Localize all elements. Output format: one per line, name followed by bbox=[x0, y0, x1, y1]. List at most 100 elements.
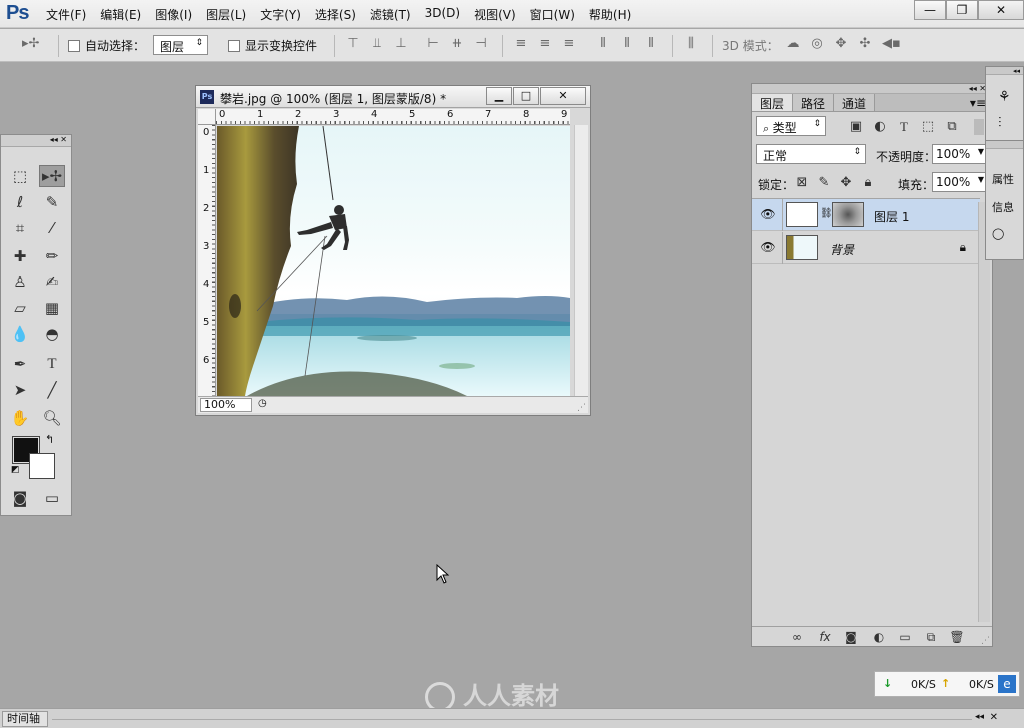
lasso-tool-icon[interactable]: ℓ bbox=[7, 191, 33, 213]
align-bottom-icon[interactable]: ⊥ bbox=[394, 37, 408, 51]
3d-slide-icon[interactable]: ✣ bbox=[858, 37, 872, 51]
dock-grip[interactable] bbox=[986, 141, 1023, 149]
filter-kind-dropdown[interactable]: ⌕ 类型 ⇕ bbox=[756, 116, 826, 136]
distribute-top-icon[interactable]: ≡ bbox=[514, 37, 528, 51]
lock-position-icon[interactable]: ✥ bbox=[838, 175, 854, 191]
brush-tool-icon[interactable]: ✏ bbox=[39, 245, 65, 267]
3d-rotate-icon[interactable]: ☁ bbox=[786, 37, 800, 51]
fx-icon[interactable]: fx bbox=[816, 629, 834, 645]
brush-settings-icon[interactable]: ⫶ bbox=[998, 115, 1002, 131]
distribute-right-icon[interactable]: ⦀ bbox=[644, 37, 658, 51]
brush-preset-icon[interactable]: ⚘ bbox=[998, 89, 1011, 105]
align-right-icon[interactable]: ⊣ bbox=[474, 37, 488, 51]
hand-tool-icon[interactable]: ✋ bbox=[7, 407, 33, 429]
blend-mode-dropdown[interactable]: 正常 ⇕ bbox=[756, 144, 866, 164]
layer-row-layer1[interactable]: 👁︎ ⛓ 图层 1 bbox=[752, 199, 980, 231]
timeline-tab[interactable]: 时间轴 bbox=[2, 711, 48, 727]
menu-edit[interactable]: 编辑(E) bbox=[100, 6, 141, 23]
filter-smart-object-icon[interactable]: ⧉ bbox=[944, 119, 960, 135]
restore-button[interactable]: ❐ bbox=[946, 0, 978, 20]
link-icon[interactable]: ∞ bbox=[788, 629, 806, 645]
visibility-eye-icon[interactable]: 👁︎ bbox=[760, 240, 776, 254]
opacity-input[interactable]: 100% ▼ bbox=[932, 144, 988, 164]
filter-toggle-icon[interactable] bbox=[974, 119, 984, 135]
blur-tool-icon[interactable]: 💧 bbox=[7, 323, 33, 345]
path-select-tool-icon[interactable]: ➤ bbox=[7, 379, 33, 401]
auto-select-checkbox[interactable] bbox=[68, 39, 80, 52]
history-brush-tool-icon[interactable]: ✍ bbox=[39, 271, 65, 293]
distribute-hcenter-icon[interactable]: ⦀ bbox=[620, 37, 634, 51]
pen-tool-icon[interactable]: ✒ bbox=[7, 353, 33, 375]
adjustment-icon[interactable]: ◐ bbox=[870, 629, 888, 645]
new-layer-icon[interactable]: ⧉ bbox=[922, 629, 940, 645]
fill-input[interactable]: 100% ▼ bbox=[932, 172, 988, 192]
crop-tool-icon[interactable]: ⌗ bbox=[7, 217, 33, 239]
filter-pixel-icon[interactable]: ▣ bbox=[848, 119, 864, 135]
menu-select[interactable]: 选择(S) bbox=[315, 6, 356, 23]
move-tool-icon[interactable]: ▸✢ bbox=[39, 165, 65, 187]
zoom-field[interactable]: 100% bbox=[200, 398, 252, 412]
quick-select-tool-icon[interactable]: ✎ bbox=[39, 191, 65, 213]
doc-close-button[interactable]: ✕ bbox=[540, 87, 586, 105]
resize-grip-icon[interactable]: ⋰ bbox=[981, 636, 990, 646]
ie-icon[interactable]: e bbox=[998, 675, 1016, 693]
image-canvas[interactable] bbox=[217, 126, 570, 396]
eyedropper-tool-icon[interactable]: ⁄ bbox=[39, 217, 65, 239]
lock-image-icon[interactable]: ✎ bbox=[816, 175, 832, 191]
folder-icon[interactable]: ▭ bbox=[896, 629, 914, 645]
doc-maximize-button[interactable]: □ bbox=[513, 87, 539, 105]
menu-file[interactable]: 文件(F) bbox=[46, 6, 86, 23]
layers-scrollbar[interactable] bbox=[978, 202, 990, 622]
panel-menu-icon[interactable]: ▾≡ bbox=[970, 96, 986, 110]
menu-window[interactable]: 窗口(W) bbox=[530, 6, 575, 23]
layer-row-background[interactable]: 👁︎ 背景 🔒︎ bbox=[752, 232, 980, 264]
zoom-tool-icon[interactable]: 🔍︎ bbox=[39, 407, 65, 429]
info-icon[interactable]: ◯ bbox=[992, 227, 1004, 240]
filter-type-icon[interactable]: T bbox=[896, 119, 912, 135]
lock-all-icon[interactable]: 🔒︎ bbox=[860, 175, 876, 191]
layers-panel-grip[interactable]: ◂◂ ✕ bbox=[752, 84, 992, 94]
minimize-button[interactable]: — bbox=[914, 0, 946, 20]
document-scrollbar[interactable] bbox=[574, 125, 588, 397]
lock-transparent-icon[interactable]: ⊠ bbox=[794, 175, 810, 191]
menu-filter[interactable]: 滤镜(T) bbox=[370, 6, 411, 23]
background-color-swatch[interactable] bbox=[29, 453, 55, 479]
dodge-tool-icon[interactable]: ◓ bbox=[39, 323, 65, 345]
dock-grip[interactable]: ◂◂ bbox=[986, 67, 1023, 75]
align-hcenter-icon[interactable]: ⧺ bbox=[450, 37, 464, 51]
menu-3d[interactable]: 3D(D) bbox=[425, 6, 460, 23]
layer-name[interactable]: 背景 bbox=[830, 241, 854, 258]
auto-select-target-dropdown[interactable]: 图层 ⇕ bbox=[153, 35, 208, 55]
ruler-origin[interactable] bbox=[198, 109, 216, 125]
menu-layer[interactable]: 图层(L) bbox=[206, 6, 246, 23]
clone-stamp-tool-icon[interactable]: ♙ bbox=[7, 271, 33, 293]
distribute-bottom-icon[interactable]: ≡ bbox=[562, 37, 576, 51]
dock-info-label[interactable]: 信息 bbox=[992, 199, 1014, 215]
tools-panel-header[interactable]: ◂◂ ✕ bbox=[1, 135, 71, 147]
line-tool-icon[interactable]: ╱ bbox=[39, 379, 65, 401]
marquee-tool-icon[interactable]: ⬚ bbox=[7, 165, 33, 187]
doc-info-icon[interactable]: ◷ bbox=[258, 398, 267, 409]
swap-colors-icon[interactable]: ↰ bbox=[45, 433, 54, 446]
menu-help[interactable]: 帮助(H) bbox=[589, 6, 631, 23]
visibility-eye-icon[interactable]: 👁︎ bbox=[760, 207, 776, 221]
tab-paths[interactable]: 路径 bbox=[793, 94, 835, 111]
mask-link-icon[interactable]: ⛓ bbox=[820, 208, 833, 219]
align-vcenter-icon[interactable]: ⫫ bbox=[370, 37, 384, 51]
ruler-horizontal[interactable]: 0 1 2 3 4 5 6 7 8 9 bbox=[216, 109, 570, 125]
dock-properties-label[interactable]: 属性 bbox=[992, 171, 1014, 187]
quick-mask-icon[interactable]: ◙ bbox=[7, 487, 33, 509]
menu-type[interactable]: 文字(Y) bbox=[260, 6, 301, 23]
layer-name[interactable]: 图层 1 bbox=[874, 208, 909, 225]
screen-mode-icon[interactable]: ▭ bbox=[39, 487, 65, 509]
menu-view[interactable]: 视图(V) bbox=[474, 6, 516, 23]
3d-roll-icon[interactable]: ◎ bbox=[810, 37, 824, 51]
tab-layers[interactable]: 图层 bbox=[752, 94, 794, 111]
doc-minimize-button[interactable]: ▁ bbox=[486, 87, 512, 105]
ruler-vertical[interactable]: 0 1 2 3 4 5 6 bbox=[198, 125, 216, 397]
panel-close-icon[interactable]: ✕ bbox=[990, 712, 998, 723]
healing-brush-tool-icon[interactable]: ✚ bbox=[7, 245, 33, 267]
document-titlebar[interactable]: Ps 攀岩.jpg @ 100% (图层 1, 图层蒙版/8) * ▁ □ ✕ bbox=[196, 86, 590, 108]
gradient-tool-icon[interactable]: ▦ bbox=[39, 297, 65, 319]
menu-image[interactable]: 图像(I) bbox=[155, 6, 192, 23]
